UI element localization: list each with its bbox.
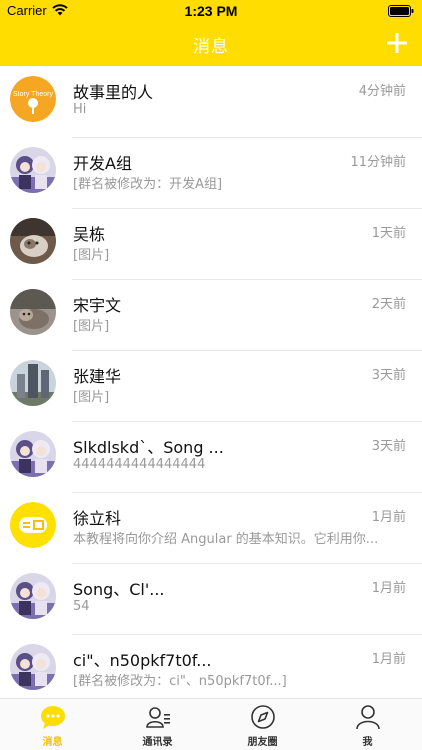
conversation-row[interactable]: Slkdlskd`、Song ... 4444444444444444 3天前 [0,421,422,492]
avatar [10,360,56,406]
conversation-preview: [图片] [73,319,110,334]
contacts-icon [145,707,170,728]
conversation-preview: 本教程将向你介绍 Angular 的基本知识。它利用你... [73,532,379,547]
conversation-time: 1月前 [371,581,406,596]
battery-icon [388,5,414,17]
conversation-time: 3天前 [371,439,406,454]
conversation-name: 故事里的人 [73,83,154,102]
tab-label: 消息 [42,737,63,748]
conversation-name: 张建华 [73,367,122,386]
conversation-row[interactable]: ci"、n50pkf7t0f... [群名被修改为：ci"、n50pkf7t0f… [0,634,422,698]
status-time: 1:23 PM [184,3,238,19]
tab-label: 朋友圈 [247,737,278,748]
tab-messages[interactable]: 消息 [0,699,105,750]
conversation-time: 2天前 [371,297,406,312]
avatar [10,431,56,477]
tab-label: 我 [362,737,373,748]
anime-group-avatar [10,147,56,193]
conversation-time: 3天前 [371,368,406,383]
huati-logo [10,502,56,548]
nav-bar: 消息 [0,22,422,66]
conversation-name: 开发A组 [73,154,132,173]
conversation-row[interactable]: 吴栋 [图片] 1天前 [0,208,422,279]
building-photo [10,360,56,406]
conversation-name: Slkdlskd`、Song ... [73,438,224,457]
status-bar: Carrier 1:23 PM [0,0,422,22]
conversation-preview: 54 [73,599,90,614]
story-theory-logo: Story Theory [10,76,56,122]
conversation-list: Story Theory 故事里的人 Hi 4分钟前 开发A组 [群名被修改为：… [0,66,422,698]
conversation-preview: [群名被修改为：ci"、n50pkf7t0f...] [73,674,287,689]
conversation-name: Song、Cl'... [73,580,165,599]
anime-group-avatar [10,644,56,690]
conversation-preview: [群名被修改为：开发A组] [73,177,223,192]
conversation-row[interactable]: 徐立科 本教程将向你介绍 Angular 的基本知识。它利用你... 1月前 [0,492,422,563]
tab-label: 通讯录 [142,737,173,748]
avatar [10,644,56,690]
avatar [10,218,56,264]
cat-photo [10,289,56,335]
conversation-time: 11分钟前 [350,155,406,170]
conversation-name: 吴栋 [73,225,106,244]
conversation-row[interactable]: 宋宇文 [图片] 2天前 [0,279,422,350]
tab-moments[interactable]: 朋友圈 [210,699,315,750]
page-title: 消息 [193,37,229,57]
avatar [10,573,56,619]
top-bar: Carrier 1:23 PM 消息 [0,0,422,66]
conversation-row[interactable]: Story Theory 故事里的人 Hi 4分钟前 [0,66,422,137]
conversation-time: 1月前 [371,510,406,525]
conversation-preview: [图片] [73,248,110,263]
conversation-row[interactable]: 开发A组 [群名被修改为：开发A组] 11分钟前 [0,137,422,208]
avatar [10,147,56,193]
avatar: Story Theory [10,76,56,122]
compass-icon [250,705,275,729]
conversation-row[interactable]: Song、Cl'... 54 1月前 [0,563,422,634]
plus-icon[interactable] [386,32,408,54]
conversation-name: 宋宇文 [73,296,122,315]
conversation-preview: [图片] [73,390,110,405]
conversation-preview: 4444444444444444 [73,457,206,472]
tab-contacts[interactable]: 通讯录 [105,699,210,750]
conversation-row[interactable]: 张建华 [图片] 3天前 [0,350,422,421]
conversation-time: 4分钟前 [358,84,406,99]
svg-text:Story Theory: Story Theory [13,91,53,98]
avatar [10,502,56,548]
anime-group-avatar [10,431,56,477]
conversation-preview: Hi [73,102,87,117]
cat-photo [10,218,56,264]
chat-bubble-icon [40,706,65,729]
person-icon [355,705,380,730]
conversation-time: 1天前 [371,226,406,241]
conversation-name: 徐立科 [73,509,122,528]
app-screen: Carrier 1:23 PM 消息 Story Theory 故事里的人 Hi… [0,0,422,750]
tab-bar: 消息 通讯录 朋友圈 我 [0,698,422,750]
tab-me[interactable]: 我 [315,699,420,750]
avatar [10,289,56,335]
conversation-time: 1月前 [371,652,406,667]
anime-group-avatar [10,573,56,619]
conversation-name: ci"、n50pkf7t0f... [73,651,212,670]
